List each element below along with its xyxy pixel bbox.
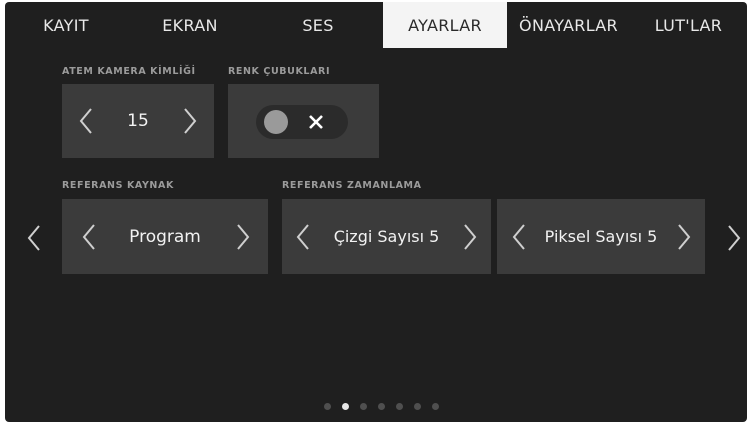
next-page-button[interactable]: [723, 223, 745, 253]
page-dot[interactable]: [414, 403, 421, 410]
timing-pixels-decrease-button[interactable]: [508, 222, 530, 252]
timing-lines-decrease-button[interactable]: [292, 222, 314, 252]
chevron-right-icon: [678, 223, 691, 250]
tab-onayarlar[interactable]: ÖNAYARLAR: [507, 2, 630, 48]
page-dot[interactable]: [432, 403, 439, 410]
chevron-left-icon: [296, 223, 309, 250]
page-dot[interactable]: [324, 403, 331, 410]
chevron-left-icon: [79, 108, 92, 134]
chevron-right-icon: [237, 223, 250, 250]
previous-page-button[interactable]: [23, 223, 45, 253]
toggle-knob: [264, 110, 288, 134]
camera-settings-screen: KAYIT EKRAN SES AYARLAR ÖNAYARLAR LUT'LA…: [5, 2, 747, 422]
reference-source-next-button[interactable]: [232, 222, 254, 252]
color-bars-toggle[interactable]: [256, 105, 348, 139]
tab-ses[interactable]: SES: [253, 2, 383, 48]
page-dot[interactable]: [342, 403, 349, 410]
tab-ayarlar[interactable]: AYARLAR: [383, 2, 507, 48]
chevron-right-icon: [184, 108, 197, 134]
chevron-left-icon: [27, 225, 40, 251]
x-icon: [309, 115, 323, 129]
color-bars-label: RENK ÇUBUKLARI: [228, 66, 331, 77]
tab-kayit[interactable]: KAYIT: [5, 2, 127, 48]
reference-source-previous-button[interactable]: [78, 222, 100, 252]
chevron-left-icon: [512, 223, 525, 250]
atem-camera-id-label: ATEM KAMERA KİMLİĞİ: [62, 66, 196, 77]
color-bars-control: [228, 84, 379, 158]
chevron-right-icon: [728, 225, 741, 251]
reference-timing-label: REFERANS ZAMANLAMA: [282, 180, 422, 191]
reference-source-control: Program: [62, 199, 268, 274]
reference-timing-pixels-control: Piksel Sayısı 5: [497, 199, 705, 274]
atem-id-decrease-button[interactable]: [75, 106, 97, 136]
atem-id-increase-button[interactable]: [179, 106, 201, 136]
atem-camera-id-value: 15: [127, 111, 149, 131]
timing-pixels-increase-button[interactable]: [673, 222, 695, 252]
reference-timing-lines-control: Çizgi Sayısı 5: [282, 199, 491, 274]
tab-luts[interactable]: LUT'LAR: [630, 2, 747, 48]
chevron-right-icon: [464, 223, 477, 250]
page-dot[interactable]: [360, 403, 367, 410]
reference-source-value: Program: [129, 226, 201, 247]
atem-camera-id-control: 15: [62, 84, 214, 158]
tab-bar: KAYIT EKRAN SES AYARLAR ÖNAYARLAR LUT'LA…: [5, 2, 747, 48]
tab-ekran[interactable]: EKRAN: [127, 2, 253, 48]
chevron-left-icon: [82, 223, 95, 250]
timing-lines-value: Çizgi Sayısı 5: [333, 227, 440, 246]
page-dot[interactable]: [378, 403, 385, 410]
page-dot[interactable]: [396, 403, 403, 410]
timing-pixels-value: Piksel Sayısı 5: [544, 227, 658, 246]
reference-source-label: REFERANS KAYNAK: [62, 180, 174, 191]
timing-lines-increase-button[interactable]: [459, 222, 481, 252]
